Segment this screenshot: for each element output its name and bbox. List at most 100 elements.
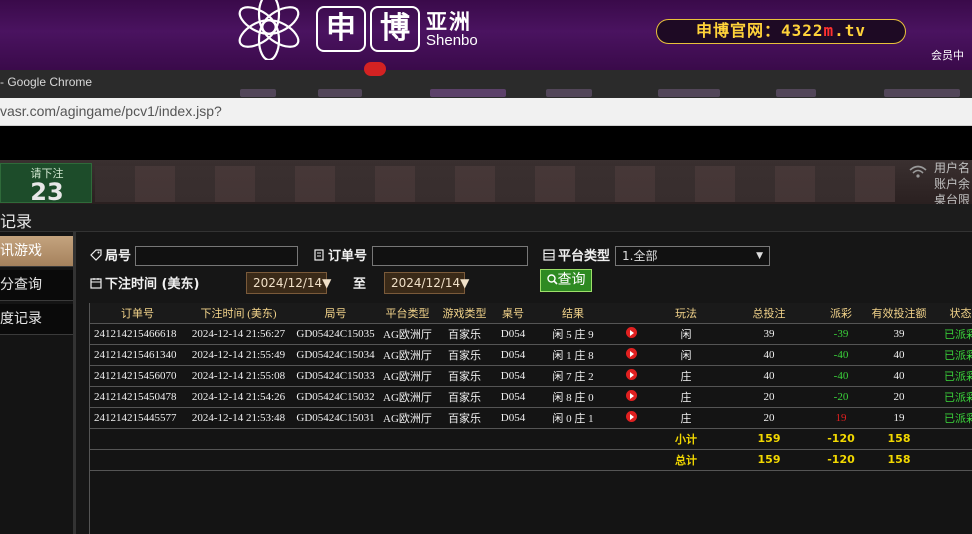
bet-countdown: 23 xyxy=(30,178,64,204)
valid-bet-cell: 20 xyxy=(867,386,931,408)
valid-bet-cell: 19 xyxy=(867,407,931,429)
official-site-prefix: 申博官网：4322 xyxy=(695,21,824,40)
wifi-icon xyxy=(909,165,927,178)
records-table: 订单号 下注时间 (美东) 局号 平台类型 游戏类型 桌号 结果 玩法 总投注 派彩 有效投注额 状态… xyxy=(90,303,972,471)
status-cell: 已派彩 xyxy=(931,386,972,408)
total-bet-cell: 20 xyxy=(723,407,815,429)
round-input[interactable] xyxy=(135,246,298,266)
game-type-cell: 百家乐 xyxy=(436,323,493,345)
valid-bet-cell: 40 xyxy=(867,344,931,366)
order-label-text: 订单号 xyxy=(328,249,368,264)
table-header-row: 订单号 下注时间 (美东) 局号 平台类型 游戏类型 桌号 结果 玩法 总投注 派彩 有效投注额 状态 xyxy=(90,303,972,324)
play-replay-icon[interactable] xyxy=(625,390,637,401)
table-seats-background xyxy=(95,166,895,202)
result-cell: 闲 5 庄 9 xyxy=(533,323,613,345)
bet-time-cell: 2024-12-14 21:54:26 xyxy=(185,386,292,408)
browser-title-bar: - Google Chrome xyxy=(0,70,972,98)
game-type-cell: 百家乐 xyxy=(436,344,493,366)
round-number-cell: GD05424C15031 xyxy=(292,407,379,429)
column-header: 游戏类型 xyxy=(436,303,493,324)
play-replay-icon[interactable] xyxy=(625,327,637,338)
status-cell: 已派彩 xyxy=(931,344,972,366)
game-type-cell: 百家乐 xyxy=(436,407,493,429)
empty-cell xyxy=(931,449,972,471)
total-row: 总计 159 -120 158 xyxy=(90,449,972,471)
order-number-cell: 241214215466618 xyxy=(90,323,185,345)
total-bet-cell: 39 xyxy=(723,323,815,345)
records-title: 记录 xyxy=(0,212,33,231)
records-panel: 记录 讯游戏 分查询 度记录 局号 订单号 平台类型 1.全部 ▼ 下注时间 (… xyxy=(0,204,972,534)
sidebar-item-live-games[interactable]: 讯游戏 xyxy=(0,236,73,267)
table-number-cell: D054 xyxy=(493,323,533,345)
valid-bet-cell: 40 xyxy=(867,365,931,387)
column-header: 结果 xyxy=(533,303,613,324)
column-header: 有效投注额 xyxy=(867,303,931,324)
member-center-link[interactable]: 会员中 xyxy=(931,47,964,63)
sidebar-item-points-query[interactable]: 分查询 xyxy=(0,270,73,301)
query-button[interactable]: 查询 xyxy=(540,269,592,292)
status-cell: 已派彩 xyxy=(931,407,972,429)
play-replay-icon[interactable] xyxy=(625,348,637,359)
table-limit-label: 桌台限 xyxy=(934,193,971,204)
replay-cell xyxy=(613,344,649,366)
platform-cell: AG欧洲厅 xyxy=(379,386,436,408)
payout-cell: 19 xyxy=(815,407,867,429)
platform-cell: AG欧洲厅 xyxy=(379,365,436,387)
replay-cell xyxy=(613,386,649,408)
order-input[interactable] xyxy=(372,246,528,266)
chevron-down-icon: ▼ xyxy=(756,251,763,261)
table-row: 241214215445577 2024-12-14 21:53:48 GD0542… xyxy=(90,407,972,429)
subtotal-row-payout: -120 xyxy=(815,428,867,450)
date-to-picker[interactable]: 2024/12/14▼ xyxy=(384,272,469,294)
column-header: 桌号 xyxy=(493,303,533,324)
platform-select[interactable]: 1.全部 ▼ xyxy=(615,246,770,266)
payout-cell: -20 xyxy=(815,386,867,408)
bet-side-cell: 闲 xyxy=(649,344,723,366)
play-replay-icon[interactable] xyxy=(625,369,637,380)
subtotal-row-label: 小计 xyxy=(649,428,723,450)
status-cell: 已派彩 xyxy=(931,323,972,345)
subtotal-row: 小计 159 -120 158 xyxy=(90,428,972,450)
table-row: 241214215456070 2024-12-14 21:55:08 GD0542… xyxy=(90,365,972,387)
bet-time-cell: 2024-12-14 21:55:08 xyxy=(185,365,292,387)
tag-icon xyxy=(90,249,102,261)
empty-cell xyxy=(931,428,972,450)
address-bar[interactable]: vasr.com/agingame/pcv1/index.jsp? xyxy=(0,98,972,126)
time-label-text: 下注时间 (美东) xyxy=(105,277,200,292)
notification-badge xyxy=(364,62,386,76)
order-filter-label: 订单号 xyxy=(313,245,367,264)
to-label: 至 xyxy=(353,277,367,292)
search-icon xyxy=(546,274,558,285)
column-header: 玩法 xyxy=(649,303,723,324)
column-header: 总投注 xyxy=(723,303,815,324)
sidebar-item-limit-records[interactable]: 度记录 xyxy=(0,304,73,335)
url-text[interactable]: vasr.com/agingame/pcv1/index.jsp? xyxy=(0,103,222,119)
subtotal-row-bet: 159 xyxy=(723,428,815,450)
table-row: 241214215450478 2024-12-14 21:54:26 GD0542… xyxy=(90,386,972,408)
result-cell: 闲 1 庄 8 xyxy=(533,344,613,366)
balance-label: 账户余 xyxy=(934,177,971,191)
logo-char-shen: 申 xyxy=(316,6,366,52)
round-number-cell: GD05424C15034 xyxy=(292,344,379,366)
status-cell: 已派彩 xyxy=(931,365,972,387)
browser-title: - Google Chrome xyxy=(0,75,93,89)
total-row-label: 总计 xyxy=(649,449,723,471)
play-replay-icon[interactable] xyxy=(625,411,637,422)
user-info-panel: 用户名 账户余 桌台限 xyxy=(934,160,970,204)
replay-cell xyxy=(613,407,649,429)
logo-char-bo: 博 xyxy=(370,6,420,52)
records-header: 记录 xyxy=(0,204,972,232)
total-row-payout: -120 xyxy=(815,449,867,471)
game-table-strip: 请下注 23 用户名 账户余 桌台限 xyxy=(0,160,972,204)
date-from-picker[interactable]: 2024/12/14▼ xyxy=(246,272,331,294)
platform-cell: AG欧洲厅 xyxy=(379,344,436,366)
result-cell: 闲 8 庄 0 xyxy=(533,386,613,408)
column-header: 平台类型 xyxy=(379,303,436,324)
receipt-icon xyxy=(314,249,324,261)
background-nav-blur xyxy=(240,84,972,97)
table-number-cell: D054 xyxy=(493,344,533,366)
bet-countdown-box: 请下注 23 xyxy=(0,163,92,204)
bet-side-cell: 闲 xyxy=(649,323,723,345)
list-icon xyxy=(543,249,555,261)
total-bet-cell: 40 xyxy=(723,344,815,366)
